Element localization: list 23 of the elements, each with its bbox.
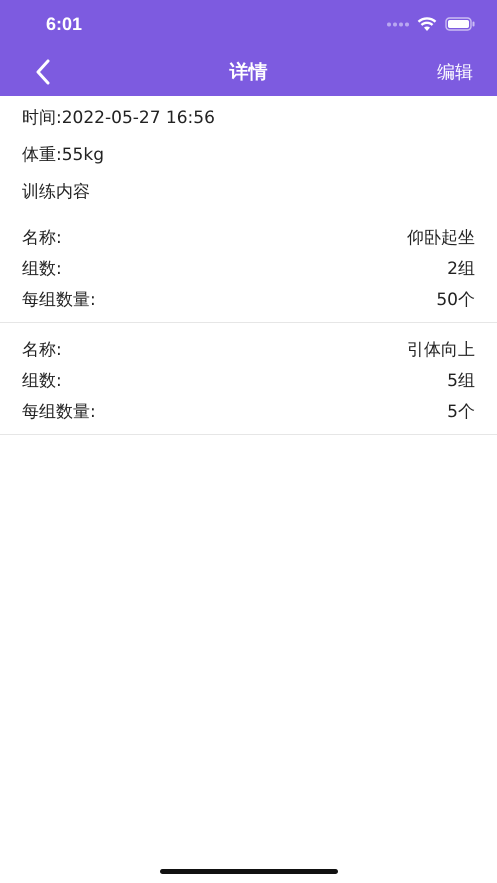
back-button[interactable]: [36, 59, 50, 85]
wifi-icon: [417, 16, 437, 32]
field-value: 5个: [447, 401, 475, 424]
section-title: 训练内容: [21, 181, 91, 204]
info-text: 时间:2022-05-27 16:56: [21, 107, 216, 130]
field-value: 仰卧起坐: [407, 227, 475, 250]
field-label: 每组数量:: [22, 289, 96, 312]
field-value: 引体向上: [407, 339, 475, 362]
field-label: 名称:: [22, 339, 62, 362]
field-label: 名称:: [22, 227, 62, 250]
signal-icon: [387, 22, 409, 26]
field-label: 每组数量:: [22, 401, 96, 424]
battery-icon: [445, 17, 475, 31]
field-value: 5组: [447, 370, 475, 393]
field-value: 50个: [436, 289, 475, 312]
back-icon: [36, 59, 50, 85]
info-text: 体重:55kg: [21, 144, 105, 167]
edit-button[interactable]: 编辑: [437, 60, 473, 84]
page-title: 详情: [230, 60, 268, 85]
field-label: 组数:: [22, 258, 62, 281]
field-label: 组数:: [22, 370, 62, 393]
field-value: 2组: [447, 258, 475, 281]
status-time: 6:01: [46, 14, 82, 34]
